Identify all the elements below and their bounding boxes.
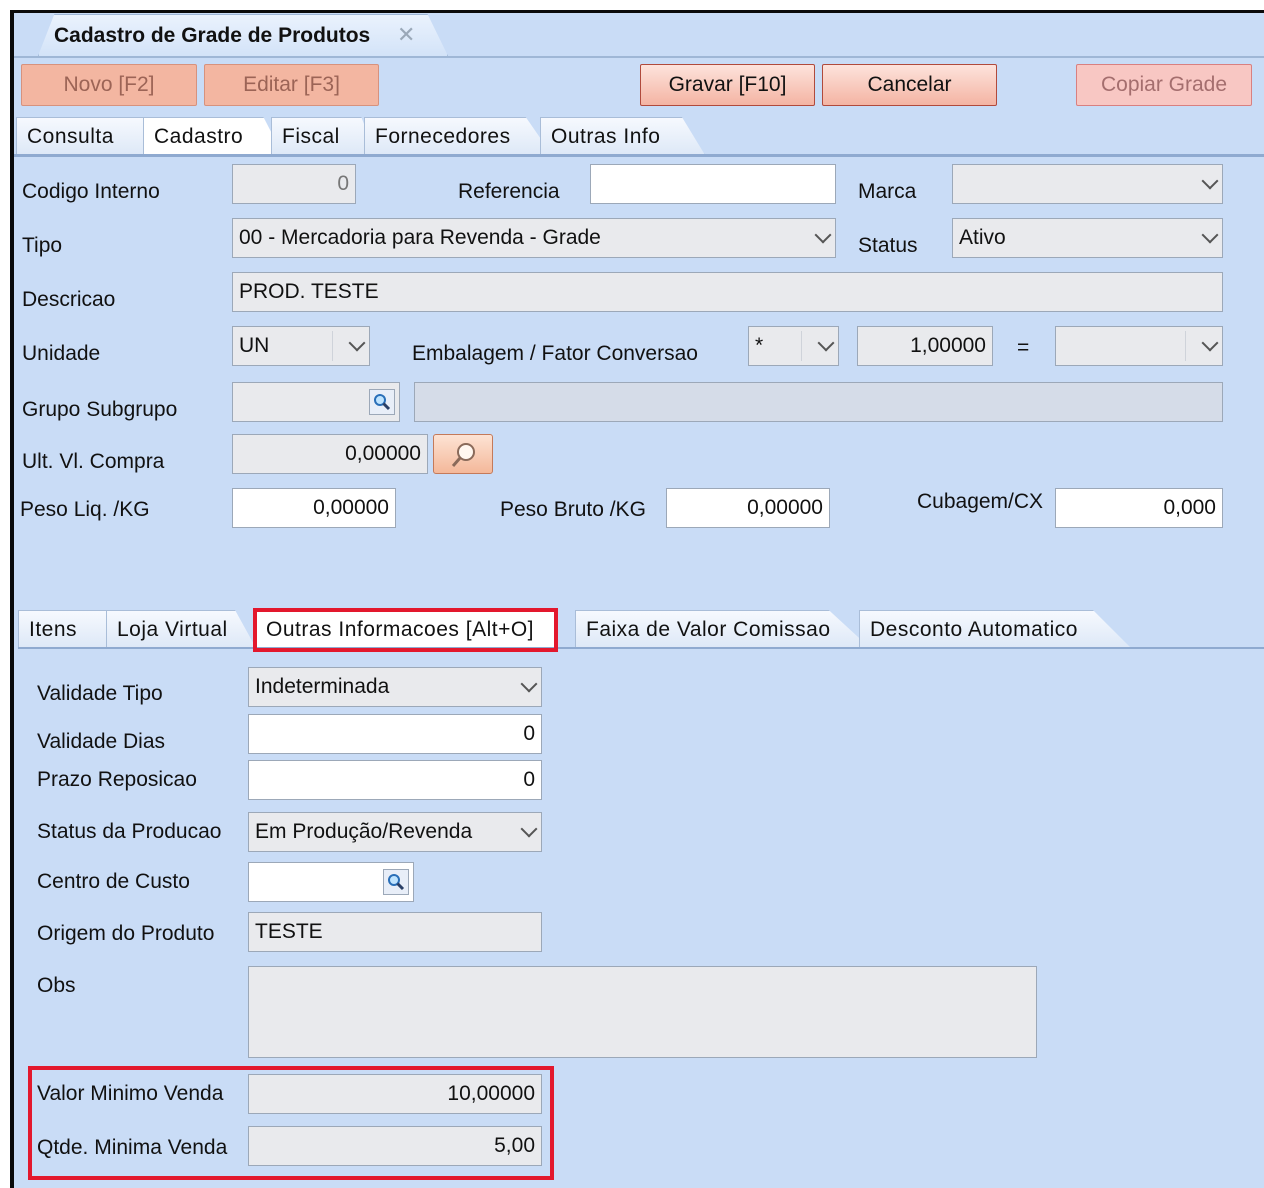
main-tab-panel-border — [14, 154, 1264, 157]
codigo-interno-field[interactable]: 0 — [232, 164, 356, 204]
tipo-select[interactable]: 00 - Mercadoria para Revenda - Grade — [232, 218, 836, 258]
cubagem-field[interactable]: 0,000 — [1055, 488, 1223, 528]
dropdown-separator — [801, 331, 802, 361]
peso-liq-field[interactable]: 0,00000 — [232, 488, 396, 528]
embalagem-result-select[interactable] — [1055, 326, 1223, 366]
unidade-label: Unidade — [22, 342, 101, 365]
search-icon[interactable] — [383, 869, 409, 895]
tab-outras-info[interactable]: Outras Info — [540, 117, 705, 155]
grupo-subgrupo-description — [414, 382, 1223, 422]
status-producao-value: Em Produção/Revenda — [255, 820, 473, 843]
status-value: Ativo — [959, 226, 1006, 249]
tipo-label: Tipo — [22, 234, 63, 257]
equals-sign: = — [1017, 336, 1030, 359]
cancelar-button[interactable]: Cancelar — [822, 64, 997, 106]
fator-conversao-field[interactable]: 1,00000 — [857, 326, 993, 366]
document-tab-title: Cadastro de Grade de Produtos — [54, 24, 371, 47]
origem-produto-label: Origem do Produto — [37, 922, 215, 945]
validade-dias-field[interactable]: 0 — [248, 714, 542, 754]
prazo-reposicao-field[interactable]: 0 — [248, 760, 542, 800]
subtab-faixa-valor-comissao[interactable]: Faixa de Valor Comissao — [575, 610, 870, 648]
centro-custo-label: Centro de Custo — [37, 870, 190, 893]
unidade-select[interactable]: UN — [232, 326, 370, 366]
chevron-down-icon — [817, 334, 835, 352]
tab-consulta[interactable]: Consulta — [16, 117, 144, 155]
peso-liq-label: Peso Liq. /KG — [20, 498, 150, 521]
outras-informacoes-highlight — [253, 608, 558, 652]
subtab-desconto-automatico[interactable]: Desconto Automatico — [859, 610, 1131, 648]
validade-tipo-label: Validade Tipo — [37, 682, 163, 705]
tab-cadastro[interactable]: Cadastro — [143, 117, 283, 155]
chevron-down-icon — [814, 226, 832, 244]
origem-produto-field[interactable]: TESTE — [248, 912, 542, 952]
peso-bruto-field[interactable]: 0,00000 — [666, 488, 830, 528]
grupo-subgrupo-field[interactable] — [232, 382, 400, 422]
chevron-down-icon — [520, 820, 538, 838]
subtab-itens[interactable]: Itens — [18, 610, 108, 648]
obs-label: Obs — [37, 974, 76, 997]
referencia-field[interactable] — [590, 164, 836, 204]
tab-fornecedores[interactable]: Fornecedores — [364, 117, 552, 155]
novo-button[interactable]: Novo [F2] — [21, 64, 197, 106]
sub-tab-panel-border — [18, 647, 1264, 649]
magnifier-icon — [451, 443, 475, 467]
status-label: Status — [858, 234, 918, 257]
status-select[interactable]: Ativo — [952, 218, 1223, 258]
search-icon[interactable] — [369, 389, 395, 415]
minimo-venda-highlight — [28, 1066, 554, 1180]
chevron-down-icon — [520, 675, 538, 693]
unidade-value: UN — [239, 334, 270, 357]
grupo-subgrupo-label: Grupo Subgrupo — [22, 398, 178, 421]
codigo-interno-label: Codigo Interno — [22, 180, 160, 203]
chevron-down-icon — [1201, 334, 1219, 352]
embalagem-operator: * — [755, 334, 764, 357]
status-producao-label: Status da Producao — [37, 820, 222, 843]
tipo-value: 00 - Mercadoria para Revenda - Grade — [239, 226, 601, 249]
dropdown-separator — [332, 331, 333, 361]
descricao-field[interactable]: PROD. TESTE — [232, 272, 1223, 312]
editar-button[interactable]: Editar [F3] — [204, 64, 379, 106]
validade-tipo-value: Indeterminada — [255, 675, 390, 698]
dropdown-separator — [1185, 331, 1186, 361]
embalagem-operator-select[interactable]: * — [748, 326, 839, 366]
search-compra-button[interactable] — [433, 434, 493, 474]
close-icon[interactable]: ✕ — [397, 22, 415, 48]
marca-select[interactable] — [952, 164, 1223, 204]
subtab-loja-virtual[interactable]: Loja Virtual — [106, 610, 256, 648]
validade-tipo-select[interactable]: Indeterminada — [248, 667, 542, 707]
tab-divider — [14, 56, 1264, 58]
prazo-reposicao-label: Prazo Reposicao — [37, 768, 197, 791]
validade-dias-label: Validade Dias — [37, 730, 166, 753]
embalagem-label: Embalagem / Fator Conversao — [412, 342, 698, 365]
ult-vl-compra-field[interactable]: 0,00000 — [232, 434, 428, 474]
gravar-button[interactable]: Gravar [F10] — [640, 64, 815, 106]
peso-bruto-label: Peso Bruto /KG — [500, 498, 646, 521]
ult-vl-compra-label: Ult. Vl. Compra — [22, 450, 165, 473]
chevron-down-icon — [348, 334, 366, 352]
referencia-label: Referencia — [458, 180, 560, 203]
tab-fiscal[interactable]: Fiscal — [271, 117, 376, 155]
obs-textarea[interactable] — [248, 966, 1037, 1058]
cubagem-label: Cubagem/CX — [917, 490, 1044, 513]
marca-label: Marca — [858, 180, 917, 203]
descricao-label: Descricao — [22, 288, 116, 311]
chevron-down-icon — [1201, 172, 1219, 190]
chevron-down-icon — [1201, 226, 1219, 244]
centro-custo-field[interactable] — [248, 862, 414, 902]
status-producao-select[interactable]: Em Produção/Revenda — [248, 812, 542, 852]
copiar-grade-button[interactable]: Copiar Grade — [1076, 64, 1252, 106]
